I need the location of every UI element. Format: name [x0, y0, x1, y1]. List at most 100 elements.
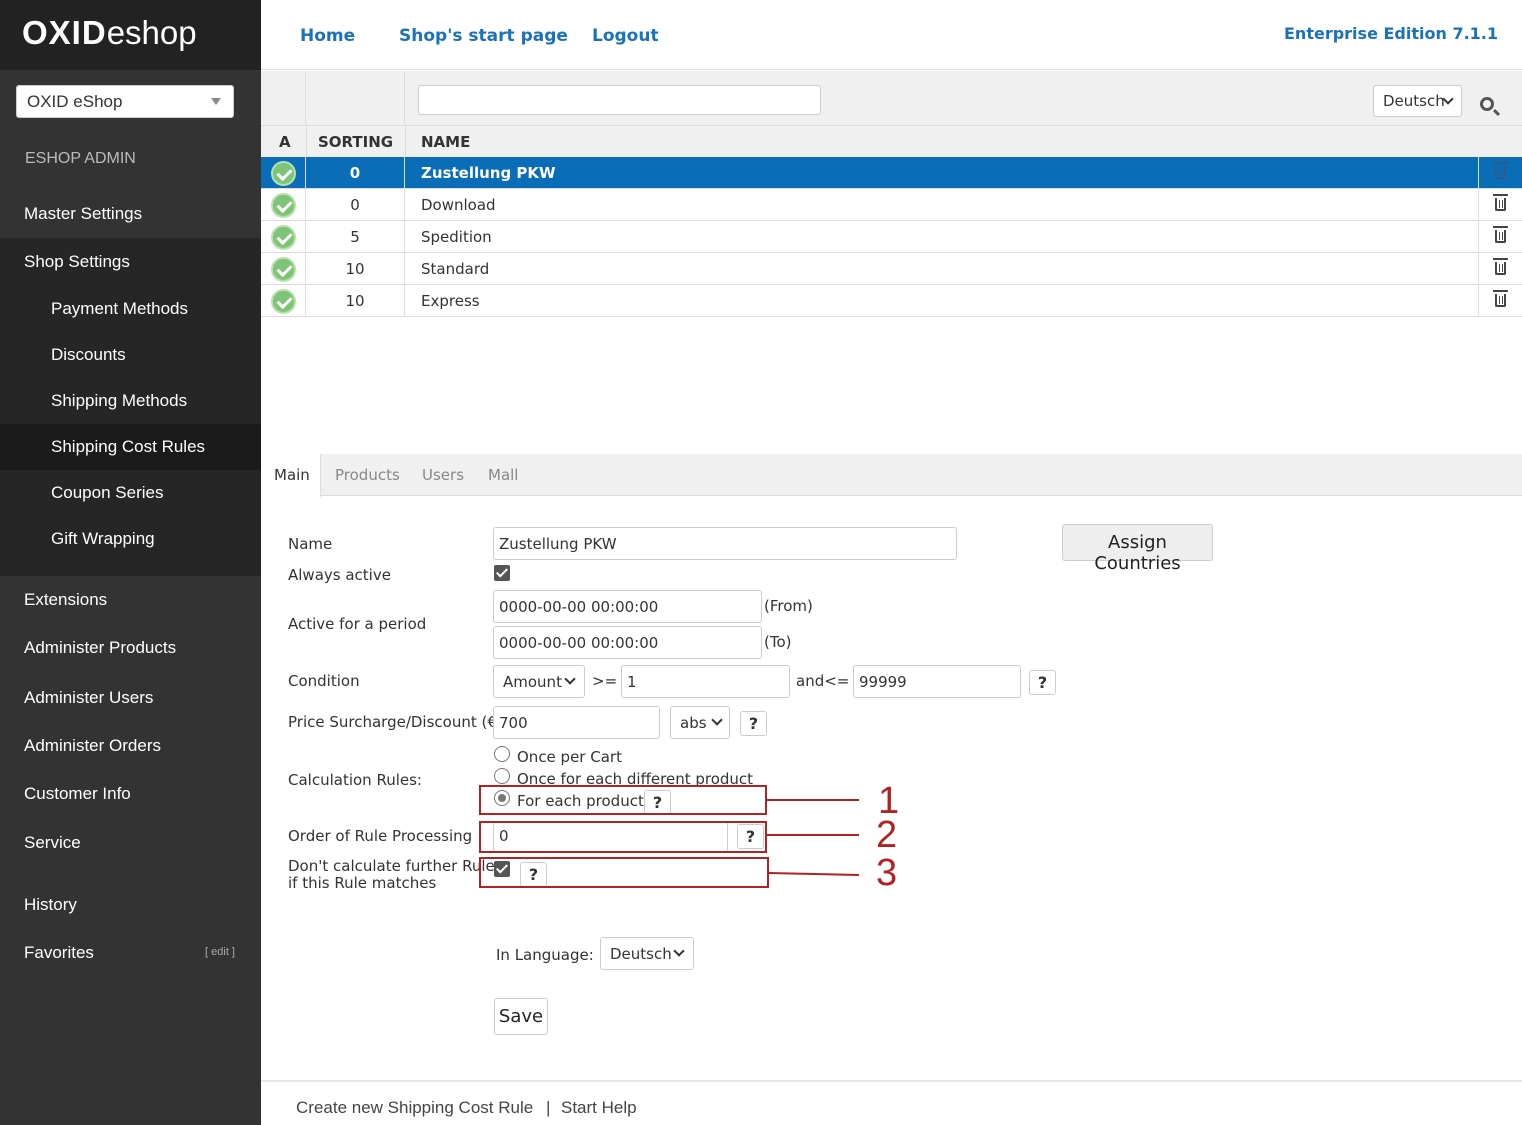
chevron-down-icon	[564, 673, 576, 685]
assign-countries-button[interactable]: Assign Countries	[1062, 524, 1213, 574]
nav-shipping-cost-rules[interactable]: Shipping Cost Rules	[0, 437, 261, 457]
table-row[interactable]: 10 Express	[261, 285, 1522, 317]
favorites-edit-link[interactable]: [ edit ]	[205, 946, 235, 958]
trash-icon[interactable]	[1493, 194, 1508, 211]
tab-products[interactable]: Products	[335, 454, 400, 496]
calc-once-product-radio[interactable]	[494, 768, 510, 784]
chevron-down-icon	[673, 945, 685, 957]
nav-discounts[interactable]: Discounts	[0, 345, 261, 365]
nav-administer-orders[interactable]: Administer Orders	[0, 736, 261, 756]
nav-extensions[interactable]: Extensions	[0, 590, 261, 610]
in-language-label: In Language:	[496, 946, 594, 964]
table-header: A SORTING NAME	[261, 126, 1522, 157]
active-check-icon	[271, 161, 296, 186]
active-to-input[interactable]: 0000-00-00 00:00:00	[493, 626, 762, 659]
annotation-box-2	[479, 821, 767, 853]
nav-gift-wrapping[interactable]: Gift Wrapping	[0, 529, 261, 549]
active-from-input[interactable]: 0000-00-00 00:00:00	[493, 590, 762, 623]
logo-area: OXIDeshop	[0, 0, 261, 70]
list-filter-bar: Deutsch	[261, 71, 1522, 126]
annotation-box-1	[479, 785, 767, 815]
from-label: (From)	[764, 597, 813, 615]
active-period-label: Active for a period	[288, 615, 427, 633]
annotation-line-3	[768, 872, 859, 877]
table-row[interactable]: 10 Standard	[261, 253, 1522, 285]
tab-mall[interactable]: Mall	[488, 454, 518, 496]
annotation-number-3: 3	[876, 852, 898, 894]
calc-once-cart-label: Once per Cart	[517, 748, 622, 766]
always-active-checkbox[interactable]	[494, 565, 510, 581]
condition-label: Condition	[288, 672, 360, 690]
nav-payment-methods[interactable]: Payment Methods	[0, 299, 261, 319]
always-active-label: Always active	[288, 566, 391, 584]
edition-label: Enterprise Edition 7.1.1	[1284, 24, 1498, 43]
to-label: (To)	[764, 633, 792, 651]
dont-calculate-label-line2: if this Rule matches	[288, 874, 437, 892]
table-row[interactable]: 0 Zustellung PKW	[261, 157, 1522, 189]
nav-shipping-methods[interactable]: Shipping Methods	[0, 391, 261, 411]
order-processing-label: Order of Rule Processing	[288, 827, 473, 845]
condition-max-input[interactable]: 99999	[853, 665, 1021, 698]
nav-service[interactable]: Service	[0, 833, 261, 853]
table-row[interactable]: 0 Download	[261, 189, 1522, 221]
trash-icon[interactable]	[1493, 162, 1508, 179]
nav-history[interactable]: History	[0, 895, 261, 915]
name-label: Name	[288, 535, 333, 553]
nav-customer-info[interactable]: Customer Info	[0, 784, 261, 804]
column-header-active[interactable]: A	[279, 133, 291, 151]
chevron-down-icon	[211, 98, 221, 105]
save-button[interactable]: Save	[494, 998, 548, 1035]
search-icon[interactable]	[1480, 97, 1494, 111]
annotation-box-3	[479, 857, 769, 888]
nav-shop-settings[interactable]: Shop Settings	[0, 252, 261, 272]
logout-link[interactable]: Logout	[592, 26, 659, 46]
nav-administer-users[interactable]: Administer Users	[0, 688, 261, 708]
footer-separator: |	[546, 1098, 551, 1117]
footer: Create new Shipping Cost Rule | Start He…	[261, 1080, 1522, 1125]
active-check-icon	[271, 289, 296, 314]
active-check-icon	[271, 257, 296, 282]
condition-type-select[interactable]: Amount	[493, 665, 585, 698]
shop-select[interactable]: OXID eShop	[16, 85, 234, 118]
in-language-select[interactable]: Deutsch	[600, 937, 694, 970]
condition-min-input[interactable]: 1	[621, 665, 790, 698]
and-lte-label: and<=	[796, 672, 850, 690]
column-header-name[interactable]: NAME	[421, 133, 470, 151]
calculation-rules-label: Calculation Rules:	[288, 771, 422, 789]
detail-tabs: Main Products Users Mall	[261, 454, 1522, 497]
annotation-number-2: 2	[876, 814, 898, 856]
help-icon[interactable]: ?	[740, 711, 767, 736]
calc-once-cart-radio[interactable]	[494, 746, 510, 762]
admin-title: ESHOP ADMIN	[25, 150, 136, 167]
column-header-sorting[interactable]: SORTING	[318, 133, 393, 151]
price-input[interactable]: 700	[493, 706, 660, 739]
help-icon[interactable]: ?	[1029, 670, 1056, 695]
active-check-icon	[271, 193, 296, 218]
start-help-link[interactable]: Start Help	[561, 1098, 637, 1118]
shop-start-page-link[interactable]: Shop's start page	[399, 26, 568, 46]
oxid-logo[interactable]: OXIDeshop	[22, 14, 197, 52]
chevron-down-icon	[711, 714, 723, 726]
sidebar: OXIDeshop OXID eShop ESHOP ADMIN Master …	[0, 0, 261, 1125]
nav-master-settings[interactable]: Master Settings	[0, 204, 261, 224]
top-navigation: Home Shop's start page Logout Enterprise…	[261, 0, 1522, 70]
tab-users[interactable]: Users	[422, 454, 464, 496]
trash-icon[interactable]	[1493, 226, 1508, 243]
nav-administer-products[interactable]: Administer Products	[0, 638, 261, 658]
annotation-line-2	[767, 834, 859, 836]
create-new-rule-link[interactable]: Create new Shipping Cost Rule	[296, 1098, 533, 1118]
name-filter-input[interactable]	[418, 85, 821, 115]
annotation-line-1	[767, 799, 859, 801]
table-row[interactable]: 5 Spedition	[261, 221, 1522, 253]
trash-icon[interactable]	[1493, 290, 1508, 307]
dont-calculate-label-line1: Don't calculate further Rules	[288, 857, 503, 875]
price-type-select[interactable]: abs	[670, 706, 730, 739]
trash-icon[interactable]	[1493, 258, 1508, 275]
active-check-icon	[271, 225, 296, 250]
price-surcharge-label: Price Surcharge/Discount (€)	[288, 713, 503, 731]
list-language-select[interactable]: Deutsch	[1373, 85, 1462, 117]
name-input[interactable]: Zustellung PKW	[493, 527, 957, 560]
tab-main[interactable]: Main	[261, 454, 321, 497]
home-link[interactable]: Home	[300, 26, 355, 46]
nav-coupon-series[interactable]: Coupon Series	[0, 483, 261, 503]
